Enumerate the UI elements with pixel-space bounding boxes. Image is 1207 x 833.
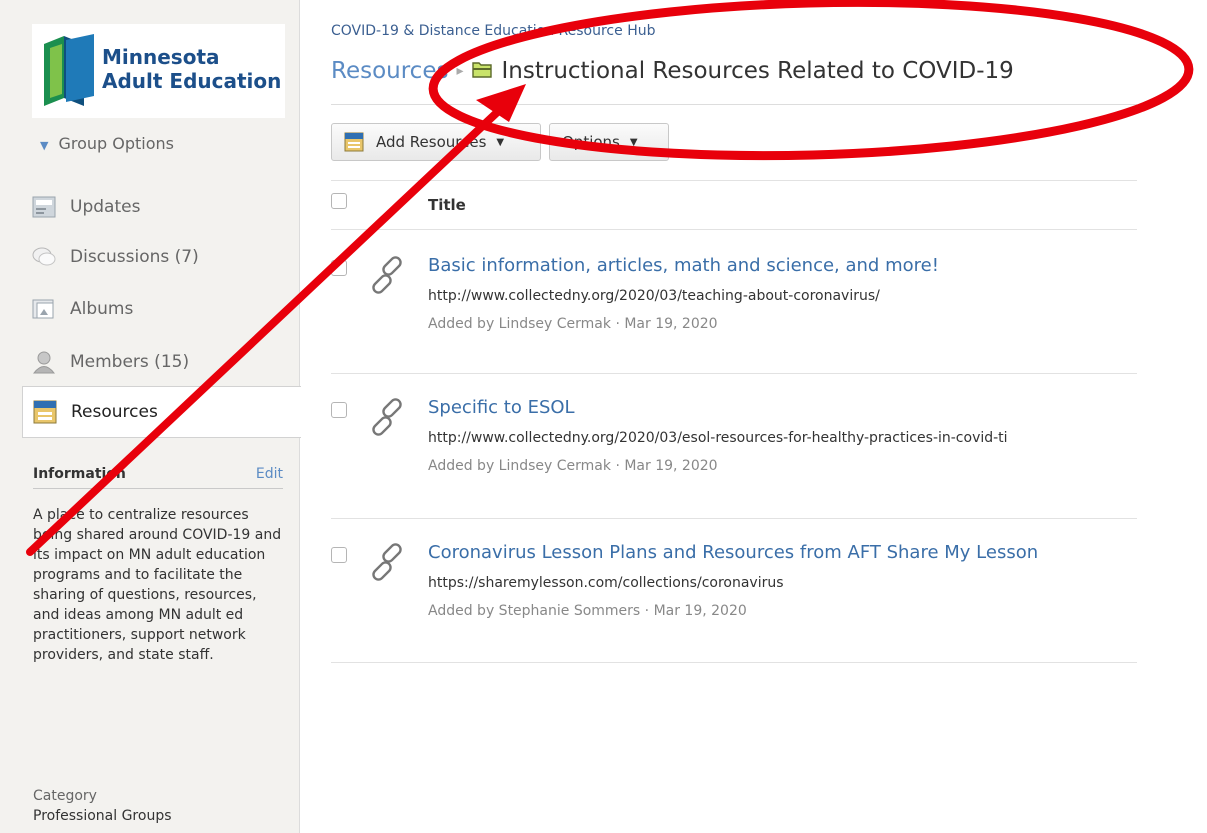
- resource-url[interactable]: https://sharemylesson.com/collections/co…: [428, 575, 1137, 591]
- folder-icon: [471, 58, 492, 84]
- sidebar-item-updates[interactable]: Updates: [32, 185, 300, 229]
- resource-row: Coronavirus Lesson Plans and Resources f…: [331, 541, 1137, 681]
- group-name-link[interactable]: COVID-19 & Distance Education Resource H…: [331, 23, 655, 39]
- group-logo[interactable]: Minnesota Adult Education: [32, 24, 285, 118]
- list-divider: [331, 229, 1137, 230]
- resource-url[interactable]: http://www.collectedny.org/2020/03/teach…: [428, 288, 1137, 304]
- add-resources-button[interactable]: Add Resources ▼: [331, 123, 541, 161]
- book-logo-icon: [44, 34, 94, 106]
- resource-title-link[interactable]: Specific to ESOL: [428, 397, 575, 418]
- resource-url[interactable]: http://www.collectedny.org/2020/03/esol-…: [428, 430, 1137, 446]
- discussions-icon: [32, 245, 56, 269]
- red-annotation-arrowhead: [476, 84, 526, 122]
- albums-icon: [32, 297, 56, 321]
- sidebar-item-label: Resources: [71, 402, 158, 422]
- members-icon: [32, 350, 56, 374]
- sidebar-item-label: Updates: [70, 197, 141, 217]
- title-divider: [331, 104, 1137, 105]
- options-button[interactable]: Options ▼: [549, 123, 669, 161]
- folder-title: Instructional Resources Related to COVID…: [501, 58, 1014, 84]
- sidebar-item-label: Discussions (7): [70, 247, 199, 267]
- resource-title-link[interactable]: Basic information, articles, math and sc…: [428, 255, 939, 276]
- information-header: Information Edit: [33, 466, 283, 489]
- logo-line-1: Minnesota: [102, 45, 220, 69]
- list-divider: [331, 662, 1137, 663]
- link-icon: [367, 541, 409, 587]
- information-description: A place to centralize resources being sh…: [33, 507, 282, 663]
- chevron-down-icon: ▼: [496, 136, 505, 148]
- sidebar-item-resources[interactable]: Resources: [22, 386, 301, 438]
- add-resource-icon: [344, 132, 364, 152]
- category-label: Category: [33, 788, 97, 804]
- sidebar-item-discussions[interactable]: Discussions (7): [32, 235, 300, 279]
- sidebar-item-members[interactable]: Members (15): [32, 340, 300, 384]
- chevron-down-icon: ▼: [629, 136, 638, 148]
- triangle-down-icon: ▼: [40, 139, 49, 152]
- resource-meta: Added by Stephanie Sommers · Mar 19, 202…: [428, 603, 747, 619]
- row-checkbox[interactable]: [331, 260, 347, 276]
- add-resources-label: Add Resources: [376, 133, 487, 151]
- sidebar-item-label: Albums: [70, 299, 134, 319]
- information-edit-link[interactable]: Edit: [256, 466, 283, 482]
- resources-icon: [33, 400, 57, 424]
- link-icon: [367, 254, 409, 300]
- list-divider: [331, 518, 1137, 519]
- row-checkbox[interactable]: [331, 402, 347, 418]
- category-value: Professional Groups: [33, 808, 172, 824]
- sidebar-item-label: Members (15): [70, 352, 190, 372]
- resource-meta: Added by Lindsey Cermak · Mar 19, 2020: [428, 458, 718, 474]
- information-heading: Information: [33, 466, 126, 482]
- resource-title-link[interactable]: Coronavirus Lesson Plans and Resources f…: [428, 542, 1038, 563]
- sidebar: Minnesota Adult Education ▼ Group Options…: [0, 0, 301, 833]
- list-divider: [331, 180, 1137, 181]
- column-header-title: Title: [428, 196, 466, 214]
- link-icon: [367, 396, 409, 442]
- row-checkbox[interactable]: [331, 547, 347, 563]
- resource-row: Specific to ESOL http://www.collectedny.…: [331, 396, 1137, 536]
- select-all-checkbox[interactable]: [331, 193, 347, 209]
- resource-meta: Added by Lindsey Cermak · Mar 19, 2020: [428, 316, 718, 332]
- options-label: Options: [562, 133, 620, 151]
- page-title: Resources ▸ Instructional Resources Rela…: [331, 58, 1014, 84]
- breadcrumb-separator-icon: ▸: [456, 63, 464, 79]
- breadcrumb-resources[interactable]: Resources: [331, 58, 448, 84]
- logo-line-2: Adult Education: [102, 69, 282, 93]
- group-options-toggle[interactable]: ▼ Group Options: [40, 134, 174, 153]
- group-options-label: Group Options: [58, 134, 174, 153]
- list-divider: [331, 373, 1137, 374]
- updates-icon: [32, 195, 56, 219]
- sidebar-item-albums[interactable]: Albums: [32, 287, 300, 331]
